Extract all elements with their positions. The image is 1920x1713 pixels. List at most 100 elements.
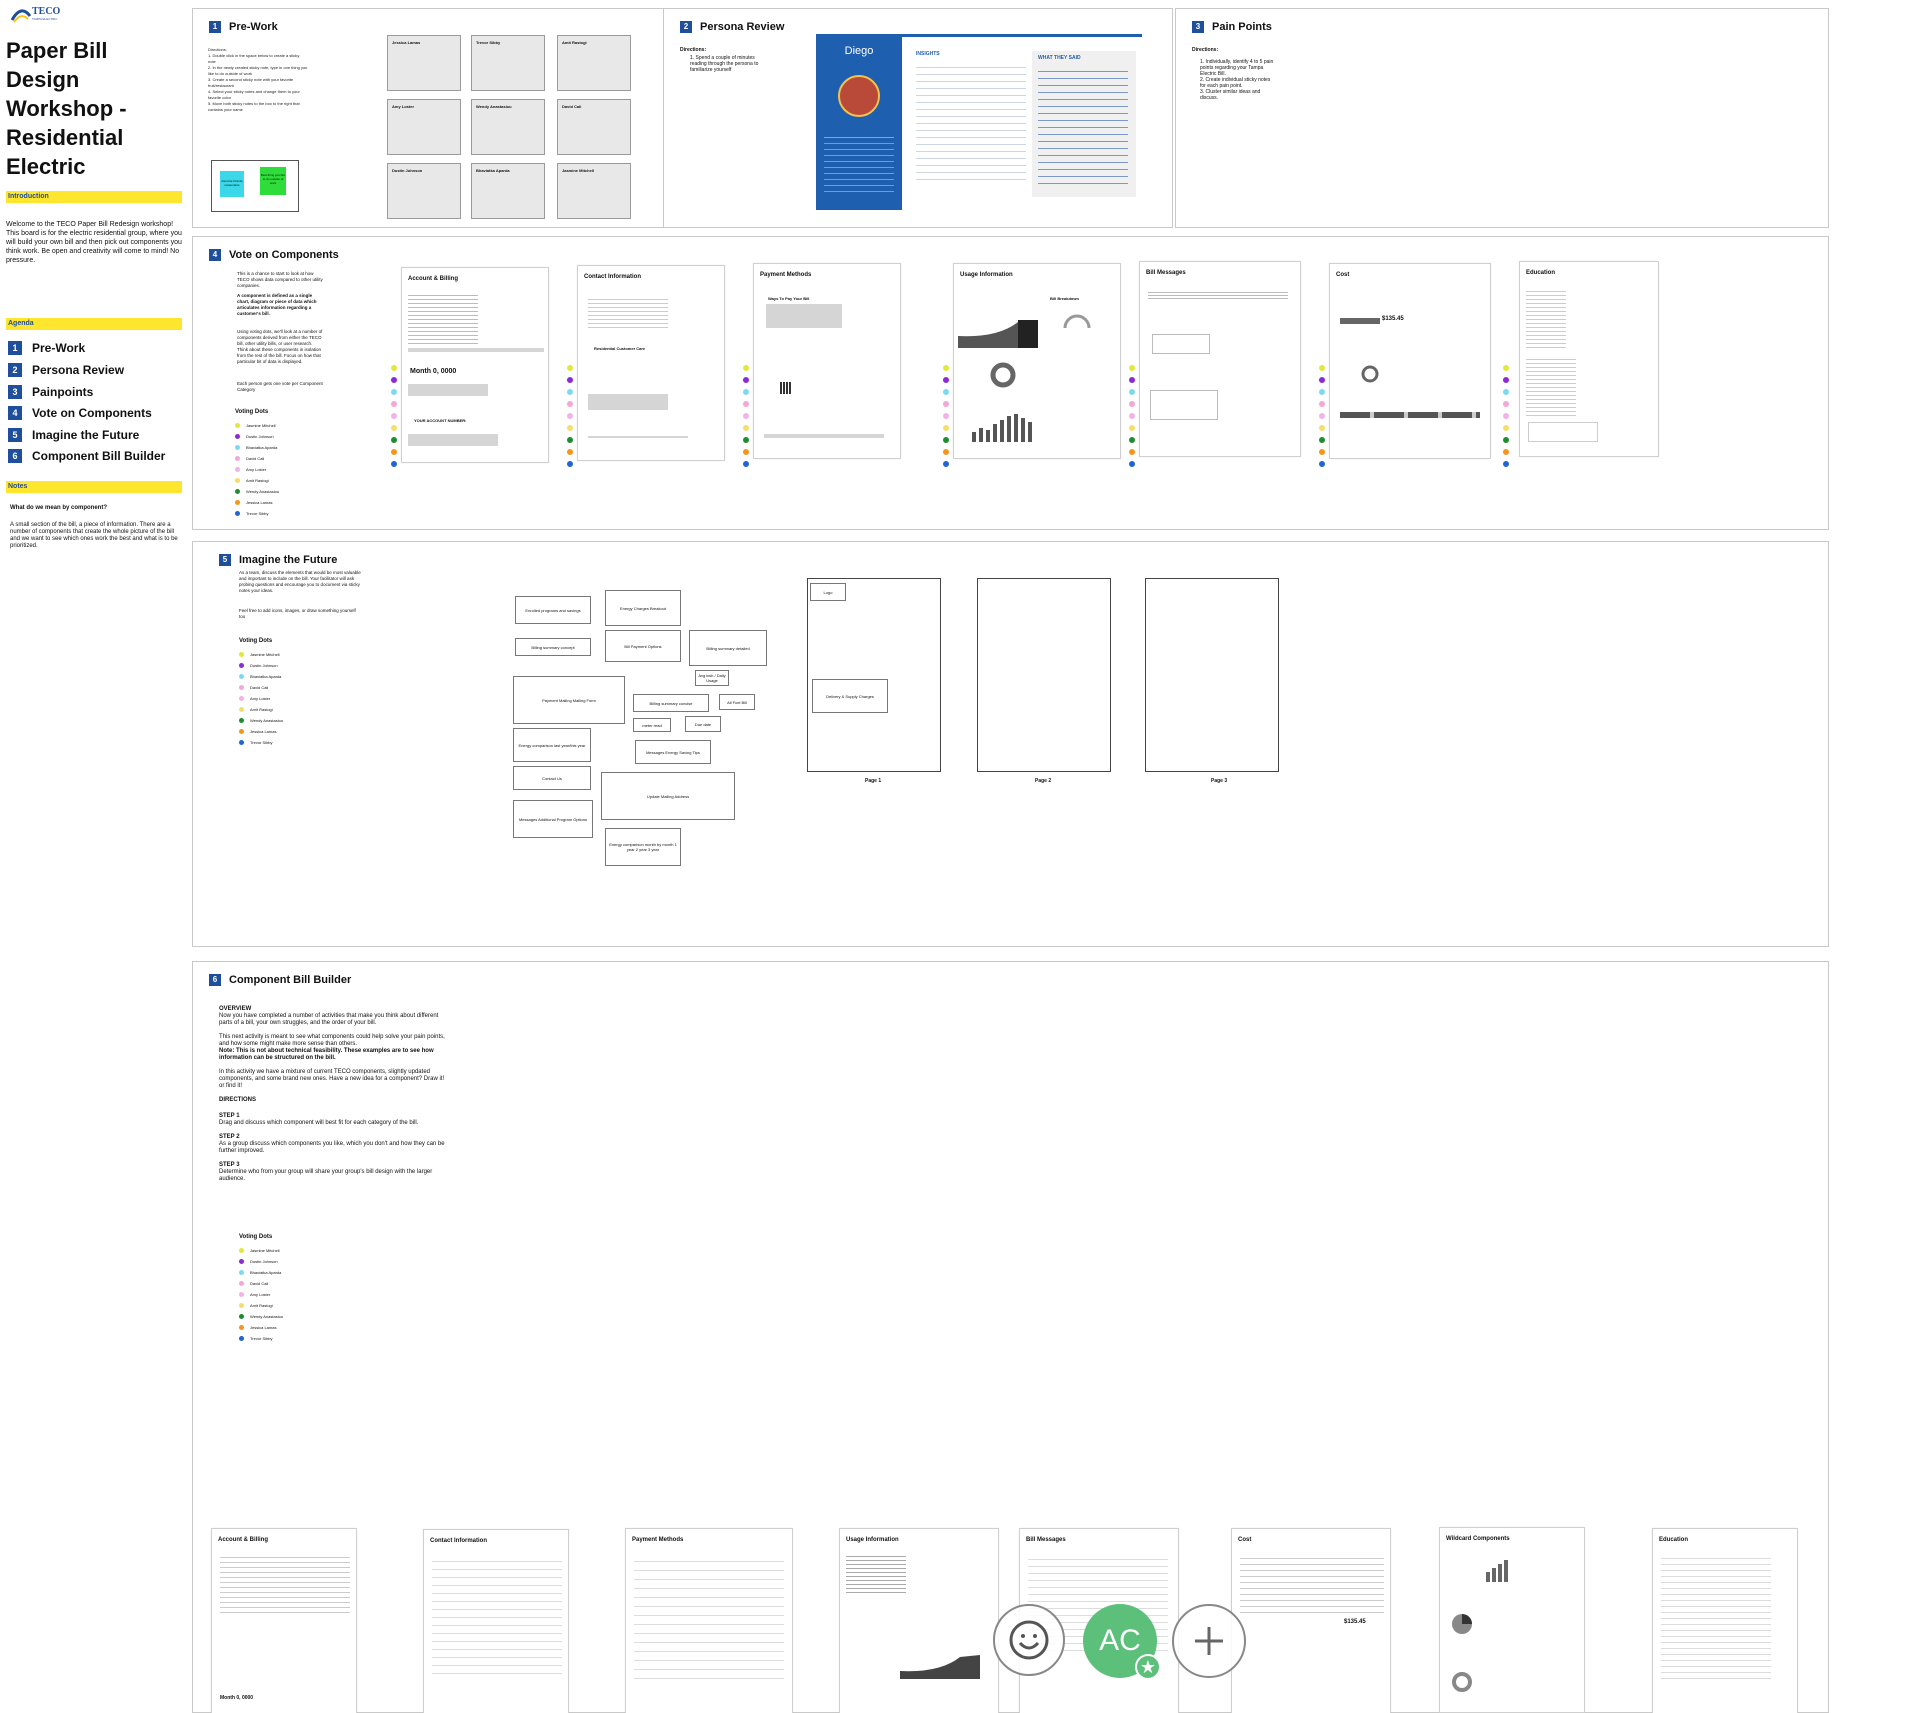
voting-dot[interactable] (567, 401, 573, 407)
vote-card-education[interactable]: Education (1519, 261, 1659, 457)
builder-card-account-billing[interactable]: Account & Billing Month 0, 0000 (211, 1528, 357, 1713)
frame-painpoints[interactable]: 3 Pain Points Directions: 1. Individually… (1175, 8, 1829, 228)
voting-dot[interactable] (239, 685, 244, 690)
voting-dot[interactable] (391, 413, 397, 419)
voting-dot[interactable] (1319, 389, 1325, 395)
voting-dot[interactable] (943, 401, 949, 407)
voting-dot[interactable] (1129, 425, 1135, 431)
voting-dot[interactable] (1129, 461, 1135, 467)
voting-dot[interactable] (1503, 425, 1509, 431)
name-box[interactable]: David Cali (557, 99, 631, 155)
voting-dot[interactable] (567, 365, 573, 371)
voting-dot[interactable] (567, 377, 573, 383)
idea-box[interactable]: Messages Energy Saving Tips (635, 740, 711, 764)
voting-dot[interactable] (1503, 437, 1509, 443)
voting-dot[interactable] (743, 425, 749, 431)
voting-dot[interactable] (1129, 377, 1135, 383)
voting-dot[interactable] (1319, 413, 1325, 419)
voting-dot[interactable] (1319, 401, 1325, 407)
voting-dot[interactable] (239, 696, 244, 701)
vote-card-bill-messages[interactable]: Bill Messages (1139, 261, 1301, 457)
name-box[interactable]: Bhaviatka Aparda (471, 163, 545, 219)
frame-imagine[interactable]: 5 Imagine the Future As a team, discuss t… (192, 541, 1829, 947)
builder-card-cost[interactable]: Cost $135.45 (1231, 1528, 1391, 1713)
voting-dot[interactable] (239, 729, 244, 734)
voting-dot[interactable] (239, 663, 244, 668)
voting-dot[interactable] (743, 377, 749, 383)
frame-vote[interactable]: 4 Vote on Components This is a chance to … (192, 236, 1829, 530)
voting-dot[interactable] (567, 413, 573, 419)
idea-box[interactable]: All Fuel Bill (719, 694, 755, 710)
voting-dot[interactable] (1503, 389, 1509, 395)
builder-card-contact[interactable]: Contact Information (423, 1529, 569, 1713)
voting-dot[interactable] (1319, 449, 1325, 455)
voting-dot[interactable] (1129, 449, 1135, 455)
voting-dot[interactable] (1319, 437, 1325, 443)
idea-box[interactable]: meter read (633, 718, 671, 732)
voting-dot[interactable] (235, 478, 240, 483)
voting-dot[interactable] (1319, 425, 1325, 431)
voting-dot[interactable] (239, 1314, 244, 1319)
name-box[interactable]: Jessica Lamas (387, 35, 461, 91)
idea-box[interactable]: Avg kwh / Daily Usage (695, 670, 729, 686)
voting-dot[interactable] (1503, 461, 1509, 467)
voting-dot[interactable] (239, 1270, 244, 1275)
page-logo-box[interactable]: Logo (810, 583, 846, 601)
voting-dot[interactable] (743, 413, 749, 419)
page-charges-box[interactable]: Delivery & Supply Charges (812, 679, 888, 713)
voting-dot[interactable] (1503, 401, 1509, 407)
voting-dot[interactable] (1129, 389, 1135, 395)
voting-dot[interactable] (567, 389, 573, 395)
voting-dot[interactable] (235, 511, 240, 516)
voting-dot[interactable] (239, 718, 244, 723)
voting-dot[interactable] (239, 1336, 244, 1341)
voting-dot[interactable] (391, 425, 397, 431)
voting-dot[interactable] (1129, 437, 1135, 443)
name-box[interactable]: Trevor Sibby (471, 35, 545, 91)
voting-dot[interactable] (391, 449, 397, 455)
voting-dot[interactable] (391, 365, 397, 371)
vote-card-payment[interactable]: Payment Methods Ways To Pay Your Bill (753, 263, 901, 459)
vote-card-cost[interactable]: Cost $135.45 (1329, 263, 1491, 459)
idea-box[interactable]: Due date (685, 716, 721, 732)
voting-dot[interactable] (239, 1325, 244, 1330)
voting-dot[interactable] (239, 1281, 244, 1286)
voting-dot[interactable] (391, 389, 397, 395)
voting-dot[interactable] (743, 461, 749, 467)
voting-dot[interactable] (391, 401, 397, 407)
whiteboard-canvas[interactable]: TECO TAMPA ELECTRIC Paper Bill Design Wo… (0, 0, 1920, 1713)
avatar[interactable]: AC ★ (1083, 1604, 1161, 1680)
builder-card-payment[interactable]: Payment Methods (625, 1528, 793, 1713)
agenda-item-imagine[interactable]: 5 Imagine the Future (8, 428, 139, 442)
voting-dot[interactable] (391, 377, 397, 383)
name-box[interactable]: Jasmine Mitchell (557, 163, 631, 219)
reaction-button[interactable] (993, 1604, 1065, 1676)
idea-box[interactable]: Energy comparison month by month 1 year … (605, 828, 681, 866)
voting-dot[interactable] (235, 423, 240, 428)
sticky-note[interactable]: Favorite Florida restaurants (220, 171, 244, 197)
voting-dot[interactable] (1503, 377, 1509, 383)
voting-dot[interactable] (1503, 413, 1509, 419)
voting-dot[interactable] (943, 413, 949, 419)
name-box[interactable]: Wendy Anastasiou (471, 99, 545, 155)
name-box[interactable]: Dustin Johnson (387, 163, 461, 219)
voting-dot[interactable] (1129, 365, 1135, 371)
voting-dot[interactable] (235, 434, 240, 439)
name-box[interactable]: Amy Loster (387, 99, 461, 155)
voting-dot[interactable] (567, 425, 573, 431)
agenda-item-prework[interactable]: 1 Pre-Work (8, 341, 85, 355)
builder-card-usage[interactable]: Usage Information (839, 1528, 999, 1713)
voting-dot[interactable] (239, 674, 244, 679)
voting-dot[interactable] (391, 461, 397, 467)
voting-dot[interactable] (567, 437, 573, 443)
voting-dot[interactable] (391, 437, 397, 443)
voting-dot[interactable] (1503, 449, 1509, 455)
voting-dot[interactable] (1503, 365, 1509, 371)
voting-dot[interactable] (239, 1259, 244, 1264)
idea-box[interactable]: Contact Us (513, 766, 591, 790)
voting-dot[interactable] (567, 449, 573, 455)
idea-box[interactable]: Billing summary concept (515, 638, 591, 656)
builder-card-wildcard[interactable]: Wildcard Components (1439, 1527, 1585, 1713)
voting-dot[interactable] (943, 449, 949, 455)
builder-card-education[interactable]: Education (1652, 1528, 1798, 1713)
